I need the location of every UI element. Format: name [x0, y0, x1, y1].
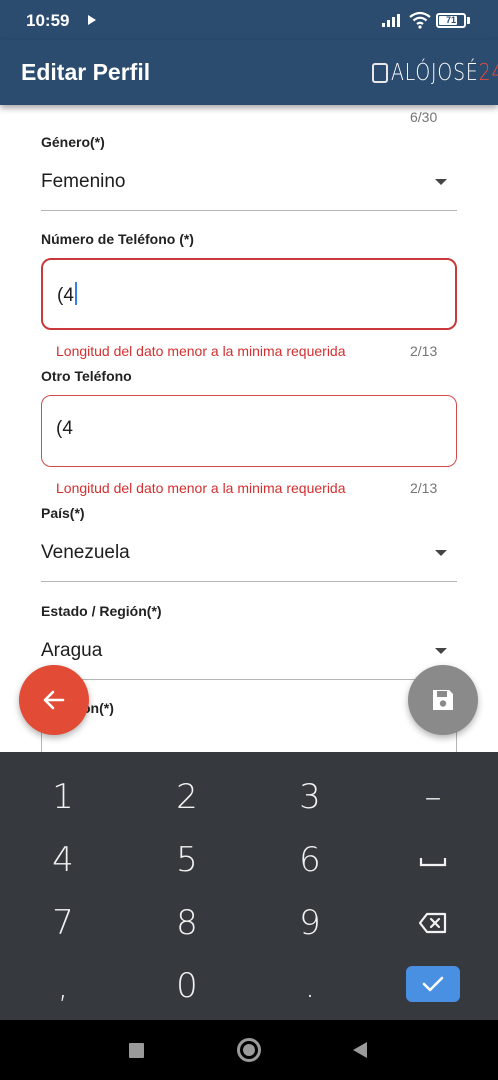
key-2[interactable]: 2: [132, 767, 242, 827]
other-phone-value: (4: [56, 418, 73, 439]
key-8[interactable]: 8: [132, 893, 242, 953]
status-time: 10:59: [26, 11, 70, 30]
wifi-icon: [409, 11, 431, 29]
back-button[interactable]: [19, 665, 89, 735]
key-4[interactable]: 4: [8, 830, 118, 890]
phone-value-text: (4: [57, 285, 74, 306]
battery-level: 71: [445, 15, 456, 25]
check-icon: [422, 976, 444, 992]
gender-value: Femenino: [41, 171, 126, 192]
brand-number: 24: [478, 60, 498, 86]
key-3[interactable]: 3: [255, 767, 365, 827]
page-title: Editar Perfil: [21, 59, 151, 85]
country-label: País(*): [41, 505, 85, 521]
other-phone-error: Longitud del dato menor a la minima requ…: [56, 480, 346, 496]
recent-apps-icon[interactable]: [129, 1043, 144, 1058]
key-backspace[interactable]: [378, 893, 488, 953]
dropdown-arrow-icon: [435, 179, 447, 185]
numeric-keyboard: 1 2 3 – 4 5 6 7 8 9 , 0 .: [0, 752, 498, 1020]
dropdown-arrow-icon: [435, 550, 447, 556]
signal-icon: [382, 14, 400, 27]
name-field-counter: 6/30: [410, 109, 438, 125]
battery-icon: 71: [436, 13, 466, 28]
brand-text: ALÓJOSÉ24: [391, 60, 498, 86]
screen: 10:59 71 Editar Perfil ALÓJOSÉ24 6/30: [0, 0, 498, 1080]
battery-tip: [467, 17, 470, 24]
key-9[interactable]: 9: [255, 893, 365, 953]
gender-label: Género(*): [41, 134, 105, 150]
profile-form: 6/30 Género(*) Femenino Número de Teléfo…: [0, 105, 498, 752]
space-icon: [419, 858, 447, 867]
gender-dropdown[interactable]: Femenino: [41, 159, 457, 211]
key-dash[interactable]: –: [378, 767, 488, 827]
key-done[interactable]: [406, 966, 460, 1002]
key-0[interactable]: 0: [132, 956, 242, 1016]
phone-input[interactable]: (4: [41, 258, 457, 330]
key-period[interactable]: .: [255, 956, 365, 1016]
phone-counter: 2/13: [410, 343, 438, 359]
arrow-left-icon: [43, 690, 65, 710]
play-icon: [88, 15, 96, 25]
back-icon[interactable]: [353, 1042, 367, 1058]
key-6[interactable]: 6: [255, 830, 365, 890]
key-space[interactable]: [378, 830, 488, 890]
key-5[interactable]: 5: [132, 830, 242, 890]
home-icon[interactable]: [237, 1038, 261, 1062]
state-value: Aragua: [41, 640, 103, 661]
dropdown-arrow-icon: [435, 648, 447, 654]
country-value: Venezuela: [41, 542, 130, 563]
brand-name: ALÓJOSÉ: [391, 60, 479, 86]
system-nav-bar: [0, 1020, 498, 1080]
state-dropdown[interactable]: Aragua: [41, 628, 457, 680]
other-phone-input[interactable]: (4: [41, 395, 457, 467]
other-phone-label: Otro Teléfono: [41, 368, 132, 384]
state-label: Estado / Región(*): [41, 603, 162, 619]
phone-value: (4: [57, 282, 77, 307]
key-1[interactable]: 1: [8, 767, 118, 827]
text-cursor: [74, 282, 77, 305]
phone-error: Longitud del dato menor a la minima requ…: [56, 343, 346, 359]
app-bar: Editar Perfil ALÓJOSÉ24: [0, 40, 498, 105]
status-bar: 10:59 71: [0, 0, 498, 40]
home-icon-dot: [243, 1044, 255, 1056]
key-7[interactable]: 7: [8, 893, 118, 953]
brand-mark-icon: [372, 63, 388, 83]
phone-label: Número de Teléfono (*): [41, 231, 194, 247]
country-dropdown[interactable]: Venezuela: [41, 530, 457, 582]
save-button[interactable]: [408, 665, 478, 735]
other-phone-counter: 2/13: [410, 480, 438, 496]
backspace-icon: [418, 912, 447, 934]
brand-logo: ALÓJOSÉ24: [372, 58, 498, 88]
save-icon: [433, 690, 453, 710]
key-comma[interactable]: ,: [8, 956, 118, 1016]
